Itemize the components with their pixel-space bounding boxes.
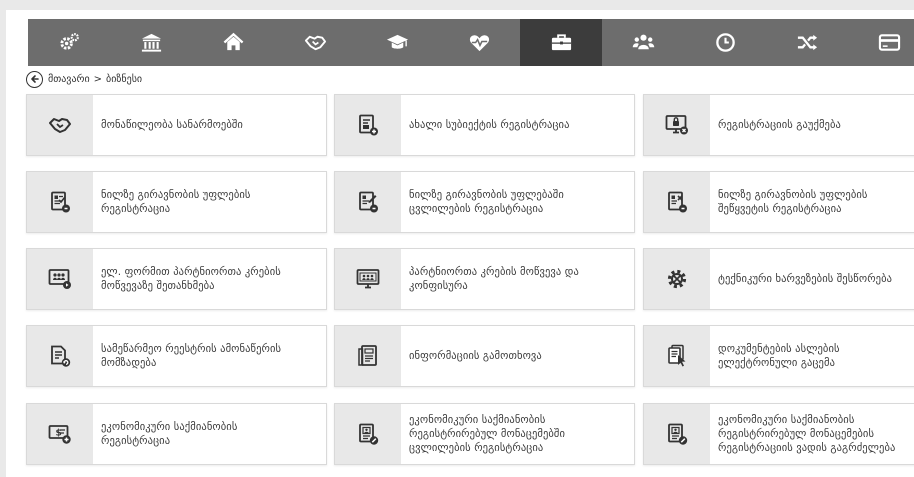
nav-item-handshake[interactable] <box>274 19 356 66</box>
money-add-icon: $ <box>27 404 93 464</box>
breadcrumb-home-link[interactable]: მთავარი <box>48 74 90 85</box>
nav-item-gears[interactable] <box>28 19 110 66</box>
nav-item-institution[interactable] <box>110 19 192 66</box>
document-pencil-icon <box>644 404 710 464</box>
users-icon <box>632 31 655 54</box>
document-add-icon <box>335 95 401 155</box>
service-card-label: მონაწილეობა სანარმოებში <box>101 119 243 131</box>
nav-item-graduation-cap[interactable] <box>356 19 438 66</box>
service-card[interactable]: ნილზე გირავნობის უფლების რეგისტრაცია <box>26 171 327 233</box>
nav-item-briefcase[interactable] <box>520 19 602 66</box>
meeting-screen-icon <box>335 249 401 309</box>
nav-item-clock[interactable] <box>684 19 766 66</box>
service-card[interactable]: დოკუმენტების ასლების ელექტრონული გაცემა <box>643 325 914 387</box>
service-card[interactable]: რეგისტრაციის გაუქმება <box>643 94 914 156</box>
service-card[interactable]: ელ. ფორმით პარტნიორთა კრების მოწვევაზე შ… <box>26 248 327 310</box>
service-card[interactable]: პარტნიორთა კრების მოწვევა და კონფისურა <box>334 248 635 310</box>
handshake-icon <box>304 31 327 54</box>
service-card-label: ტექნიკური ხარვეზების შესწორება <box>718 273 893 285</box>
presentation-icon <box>27 249 93 309</box>
service-card[interactable]: ეკონომიკური საქმიანობის რეგისტრირებულ მო… <box>643 403 914 465</box>
service-card[interactable]: სამეწარმეო რეესტრის ამონაწერის მომზადება <box>26 325 327 387</box>
service-card[interactable]: ინფორმაციის გამოთხოვა <box>334 325 635 387</box>
service-card-label: რეგისტრაციის გაუქმება <box>718 119 841 131</box>
document-cursor-icon <box>644 326 710 386</box>
breadcrumb-current: ბიზნესი <box>106 73 143 85</box>
home-icon <box>222 31 245 54</box>
shuffle-icon <box>796 31 819 54</box>
breadcrumb: მთავარი > ბიზნესი <box>26 66 142 92</box>
graduation-cap-icon <box>386 31 409 54</box>
heartbeat-icon <box>468 31 491 54</box>
top-navigation <box>28 19 914 66</box>
service-card-label: ეკონომიკური საქმიანობის რეგისტრაცია <box>101 421 238 447</box>
service-card[interactable]: მონაწილეობა სანარმოებში <box>26 94 327 156</box>
service-card[interactable]: ნილზე გირავნობის უფლების შეწყვეტის რეგის… <box>643 171 914 233</box>
nav-item-users[interactable] <box>602 19 684 66</box>
gear-tools-icon <box>644 249 710 309</box>
nav-item-home[interactable] <box>192 19 274 66</box>
service-card-label: ნილზე გირავნობის უფლების რეგისტრაცია <box>101 189 251 215</box>
service-card-label: პარტნიორთა კრების მოწვევა და კონფისურა <box>409 266 579 292</box>
credit-card-icon <box>878 31 901 54</box>
service-card-label: ელ. ფორმით პარტნიორთა კრების მოწვევაზე შ… <box>101 266 281 292</box>
service-card[interactable]: $ ეკონომიკური საქმიანობის რეგისტრაცია <box>26 403 327 465</box>
app-frame: მთავარი > ბიზნესი მონაწილეობა სანარმოებშ… <box>6 10 914 477</box>
document-refresh-icon <box>27 326 93 386</box>
breadcrumb-separator: > <box>93 73 103 85</box>
service-card-label: ეკონომიკური საქმიანობის რეგისტრირებულ მო… <box>718 414 896 454</box>
document-check-icon <box>27 172 93 232</box>
nav-item-shuffle[interactable] <box>766 19 848 66</box>
institution-icon <box>140 31 163 54</box>
service-card-label: ახალი სუბიექტის რეგისტრაცია <box>409 119 570 131</box>
document-pencil-icon <box>335 404 401 464</box>
service-card-label: დოკუმენტების ასლების ელექტრონული გაცემა <box>718 343 840 369</box>
service-card[interactable]: ეკონომიკური საქმიანობის რეგისტრირებულ მო… <box>334 403 635 465</box>
back-arrow-icon[interactable] <box>26 70 43 88</box>
service-card[interactable]: ტექნიკური ხარვეზების შესწორება <box>643 248 914 310</box>
service-card[interactable]: ახალი სუბიექტის რეგისტრაცია <box>334 94 635 156</box>
service-card-label: სამეწარმეო რეესტრის ამონაწერის მომზადება <box>101 343 282 369</box>
briefcase-icon <box>550 31 573 54</box>
clock-icon <box>714 31 737 54</box>
document-list-icon <box>335 326 401 386</box>
service-card-label: ეკონომიკური საქმიანობის რეგისტრირებულ მო… <box>409 414 566 454</box>
gears-icon <box>58 31 81 54</box>
service-card-label: ნილზე გირავნობის უფლების შეწყვეტის რეგის… <box>718 189 868 215</box>
service-card[interactable]: ნილზე გირავნობის უფლებაში ცვლილების რეგი… <box>334 171 635 233</box>
service-card-label: ინფორმაციის გამოთხოვა <box>409 350 542 362</box>
nav-item-credit-card[interactable] <box>848 19 914 66</box>
monitor-lock-icon <box>644 95 710 155</box>
nav-item-heartbeat[interactable] <box>438 19 520 66</box>
document-edit-icon <box>335 172 401 232</box>
handshake-icon <box>27 95 93 155</box>
service-card-label: ნილზე გირავნობის უფლებაში ცვლილების რეგი… <box>409 189 564 215</box>
document-cancel-icon <box>644 172 710 232</box>
